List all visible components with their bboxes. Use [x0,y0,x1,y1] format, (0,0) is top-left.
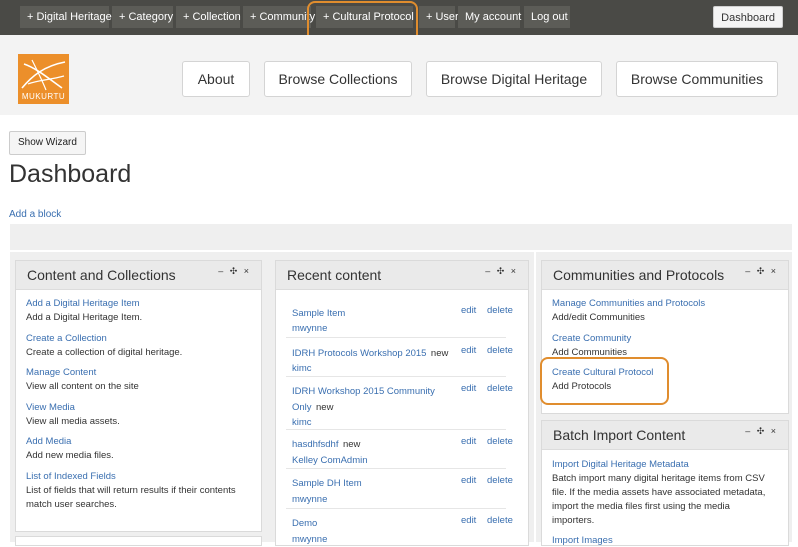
logo-mark-icon [21,59,66,91]
dashboard-button[interactable]: Dashboard [713,6,783,28]
recent-item-author[interactable]: kimc [292,363,312,374]
page-title: Dashboard [9,160,132,188]
delete-link[interactable]: delete [487,383,513,394]
import-desc-line: import the media files first using the m… [552,501,730,512]
recent-item-title[interactable]: IDRH Protocols Workshop 2015 [292,348,426,359]
import-desc-line: Batch import many digital heritage items… [552,473,765,484]
mukurtu-logo[interactable]: MUKURTU [18,54,69,104]
view-media-desc: View all media assets. [26,416,120,427]
logo-text: MUKURTU [21,92,66,101]
panel-controls-icon[interactable]: – ✣ × [745,266,778,277]
recent-item-title[interactable]: IDRH Workshop 2015 Community [292,386,435,397]
recent-item-title[interactable]: Demo [292,518,317,529]
edit-link[interactable]: edit [461,345,476,356]
panel-title: Communities and Protocols [553,267,725,283]
content-collections-next-panel [15,536,262,546]
new-badge: new [316,401,334,413]
delete-link[interactable]: delete [487,305,513,316]
indexed-fields-link[interactable]: List of Indexed Fields [26,471,116,482]
edit-link[interactable]: edit [461,305,476,316]
create-collection-link[interactable]: Create a Collection [26,333,107,344]
manage-content-desc: View all content on the site [26,381,139,392]
delete-link[interactable]: delete [487,475,513,486]
my-account-link[interactable]: My account [458,6,521,28]
recent-item-author[interactable]: kimc [292,417,312,428]
add-digital-heritage-item-link[interactable]: Add a Digital Heritage Item [26,298,140,309]
add-digital-heritage-link[interactable]: + Digital Heritage [20,6,112,28]
recent-item-author[interactable]: Kelley ComAdmin [292,455,368,466]
recent-item-author[interactable]: mwynne [292,534,327,545]
admin-toolbar: + Digital Heritage + Category + Collecti… [0,0,798,35]
recent-content-panel: Recent content – ✣ × Sample Item mwynne … [275,260,529,546]
communities-protocols-panel: Communities and Protocols – ✣ × Manage C… [541,260,789,414]
panel-header: Batch Import Content – ✣ × [542,421,788,450]
panel-controls-icon[interactable]: – ✣ × [218,266,251,277]
batch-import-panel: Batch Import Content – ✣ × Import Digita… [541,420,789,546]
nav-browse-digital-heritage[interactable]: Browse Digital Heritage [426,61,602,97]
add-media-desc: Add new media files. [26,450,114,461]
create-cultural-protocol-link[interactable]: Create Cultural Protocol [552,367,653,378]
recent-item-title[interactable]: Sample Item [292,308,345,319]
edit-link[interactable]: edit [461,475,476,486]
create-community-desc: Add Communities [552,347,627,358]
add-user-link[interactable]: + User [419,6,459,28]
recent-content-row: IDRH Workshop 2015 Community Only new ki… [286,377,513,430]
create-cultural-protocol-desc: Add Protocols [552,381,612,392]
nav-about[interactable]: About [182,61,250,97]
recent-content-row: IDRH Protocols Workshop 2015 new kimc ed… [286,338,513,377]
recent-content-row: Demo mwynne edit delete [286,509,513,547]
delete-link[interactable]: delete [487,345,513,356]
panel-title: Content and Collections [27,267,176,283]
import-desc-line: importers. [552,515,595,526]
nav-browse-collections[interactable]: Browse Collections [264,61,412,97]
new-badge: new [342,439,361,450]
recent-item-title-line2[interactable]: Only [292,402,312,413]
add-category-link[interactable]: + Category [112,6,173,28]
recent-content-row: Sample Item mwynne edit delete [286,297,513,338]
recent-item-author[interactable]: mwynne [292,494,327,505]
import-dh-metadata-link[interactable]: Import Digital Heritage Metadata [552,459,689,470]
add-community-link[interactable]: + Community [243,6,315,28]
delete-link[interactable]: delete [487,515,513,526]
recent-item-title[interactable]: Sample DH Item [292,478,362,489]
recent-content-row: Sample DH Item mwynne edit delete [286,469,513,509]
panel-title: Batch Import Content [553,427,686,443]
new-badge: new [430,348,449,359]
content-collections-panel: Content and Collections – ✣ × Add a Digi… [15,260,262,532]
indexed-fields-desc-2: match user searches. [26,499,117,510]
add-digital-heritage-item-desc: Add a Digital Heritage Item. [26,312,143,323]
add-collection-link[interactable]: + Collection [176,6,241,28]
panel-title: Recent content [287,267,382,283]
panel-controls-icon[interactable]: – ✣ × [485,266,518,277]
panel-header: Content and Collections – ✣ × [16,261,261,290]
create-collection-desc: Create a collection of digital heritage. [26,347,183,358]
log-out-link[interactable]: Log out [524,6,570,28]
recent-item-author[interactable]: mwynne [292,323,327,334]
panel-header: Recent content – ✣ × [276,261,528,290]
delete-link[interactable]: delete [487,436,513,447]
add-block-link[interactable]: Add a block [9,209,61,220]
show-wizard-button[interactable]: Show Wizard [9,131,86,155]
manage-communities-desc: Add/edit Communities [552,312,645,323]
panel-controls-icon[interactable]: – ✣ × [745,426,778,437]
edit-link[interactable]: edit [461,515,476,526]
recent-content-row: hasdhfsdhf new Kelley ComAdmin edit dele… [286,430,513,469]
add-media-link[interactable]: Add Media [26,436,71,447]
indexed-fields-desc: List of fields that will return results … [26,485,236,496]
manage-content-link[interactable]: Manage Content [26,367,96,378]
add-cultural-protocol-link[interactable]: + Cultural Protocol [316,6,414,28]
create-community-link[interactable]: Create Community [552,333,631,344]
recent-item-title[interactable]: hasdhfsdhf [292,439,338,450]
edit-link[interactable]: edit [461,436,476,447]
edit-link[interactable]: edit [461,383,476,394]
nav-browse-communities[interactable]: Browse Communities [616,61,778,97]
panel-header: Communities and Protocols – ✣ × [542,261,788,290]
import-images-link[interactable]: Import Images [552,535,613,546]
dashboard-region-top [10,224,792,250]
import-desc-line: file. If the media assets have associate… [552,487,766,498]
manage-communities-link[interactable]: Manage Communities and Protocols [552,298,705,309]
view-media-link[interactable]: View Media [26,402,75,413]
